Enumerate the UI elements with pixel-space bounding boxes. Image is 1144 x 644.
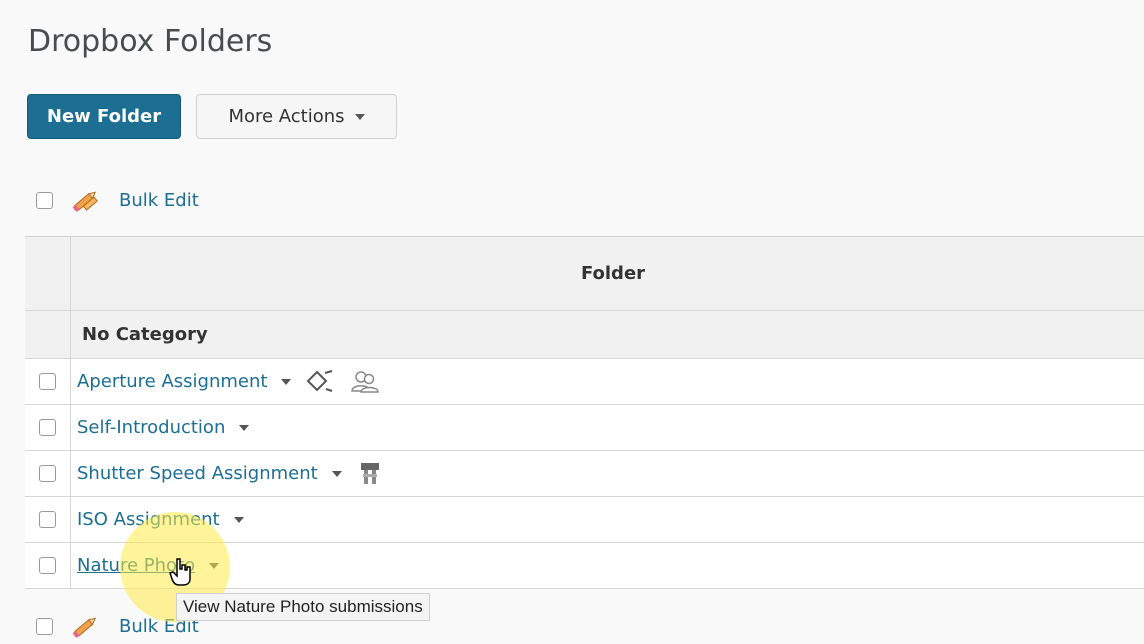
row-checkbox[interactable] — [39, 419, 56, 436]
folder-link[interactable]: Shutter Speed Assignment — [77, 463, 318, 484]
row-checkbox[interactable] — [39, 373, 56, 390]
chevron-down-icon[interactable] — [233, 516, 244, 523]
chevron-down-icon[interactable] — [239, 424, 250, 431]
restriction-icon — [305, 369, 335, 395]
dropbox-folders-page: Dropbox Folders New Folder More Actions … — [0, 0, 1144, 644]
folder-link[interactable]: Aperture Assignment — [77, 371, 267, 392]
bulk-edit-link[interactable]: Bulk Edit — [119, 190, 199, 211]
folder-link[interactable]: Self-Introduction — [77, 417, 225, 438]
header-select-cell — [25, 237, 71, 310]
more-actions-button[interactable]: More Actions — [196, 94, 397, 139]
special-access-icon — [356, 460, 386, 488]
chevron-down-icon[interactable] — [281, 378, 292, 385]
chevron-down-icon[interactable] — [331, 470, 342, 477]
bulk-edit-bar-top: Bulk Edit — [36, 187, 199, 213]
page-title: Dropbox Folders — [28, 24, 273, 59]
hand-cursor-icon — [169, 557, 195, 591]
row-checkbox[interactable] — [39, 465, 56, 482]
group-icon — [349, 369, 381, 395]
category-select-cell — [25, 311, 71, 358]
select-all-checkbox[interactable] — [36, 617, 53, 635]
tooltip: View Nature Photo submissions — [176, 593, 430, 621]
table-header-row: Folder — [25, 237, 1144, 311]
folder-column-header: Folder — [580, 263, 646, 284]
table-row: Shutter Speed Assignment — [25, 451, 1144, 497]
new-folder-button[interactable]: New Folder — [27, 94, 181, 139]
row-checkbox[interactable] — [39, 511, 56, 528]
category-row: No Category — [25, 311, 1144, 359]
chevron-down-icon — [354, 113, 365, 120]
pencil-icon — [71, 187, 101, 213]
row-checkbox[interactable] — [39, 557, 56, 574]
more-actions-label: More Actions — [228, 106, 345, 127]
select-all-checkbox[interactable] — [36, 191, 53, 209]
table-row: Aperture Assignment — [25, 359, 1144, 405]
table-row: Self-Introduction — [25, 405, 1144, 451]
pencil-icon — [71, 613, 101, 639]
category-label: No Category — [82, 324, 208, 345]
